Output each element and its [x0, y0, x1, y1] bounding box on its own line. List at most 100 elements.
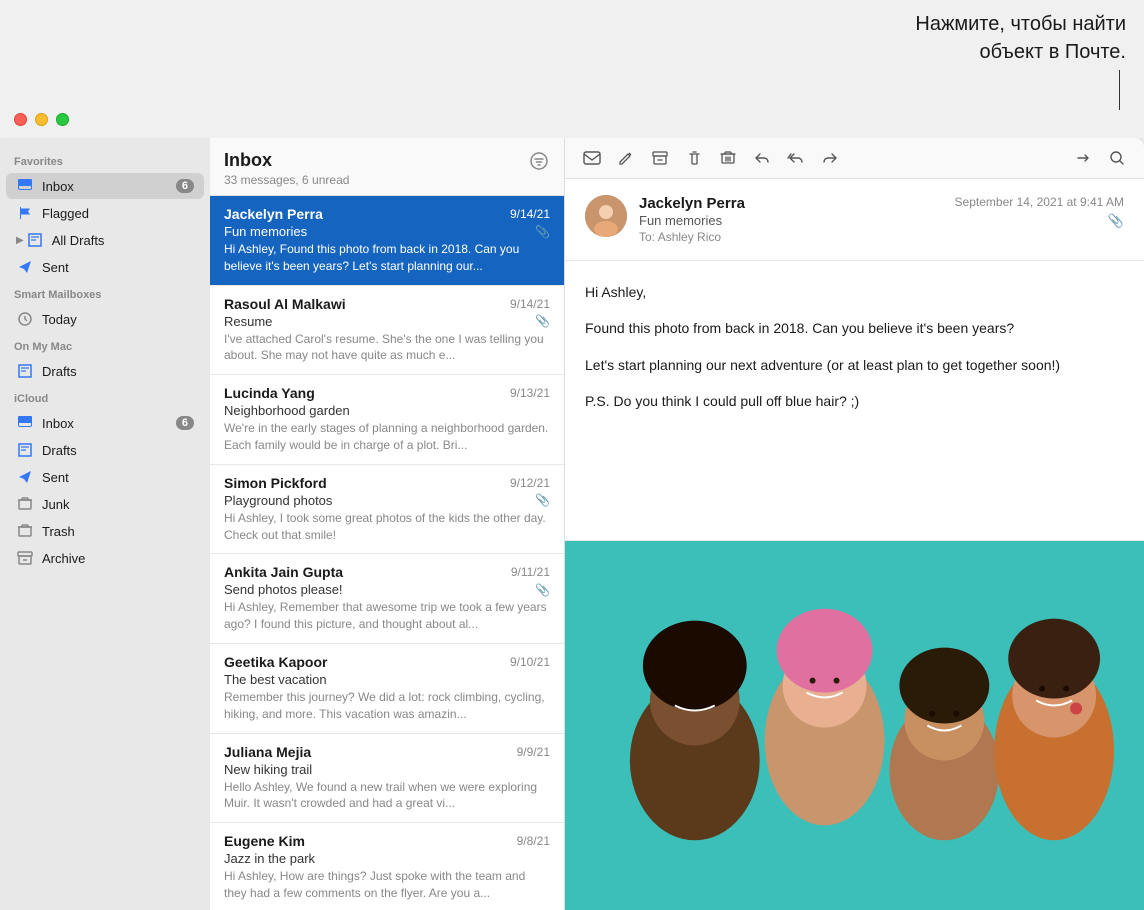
- sidebar-item-icloud-drafts-label: Drafts: [42, 443, 194, 458]
- icloud-inbox-icon: [16, 414, 34, 432]
- tooltip-overlay: Нажмите, чтобы найти объект в Почте.: [824, 0, 1144, 110]
- fullscreen-button[interactable]: [56, 113, 69, 126]
- preview-1: I've attached Carol's resume. She's the …: [224, 331, 550, 365]
- email-body-p2: Found this photo from back in 2018. Can …: [585, 317, 1124, 339]
- icloud-drafts-icon: [16, 441, 34, 459]
- minimize-button[interactable]: [35, 113, 48, 126]
- sidebar-item-fav-sent-label: Sent: [42, 260, 194, 275]
- toolbar: [565, 138, 1144, 179]
- subject-5: The best vacation: [224, 672, 550, 687]
- sidebar: Favorites Inbox 6 Flagged ▶ All Drafts: [0, 138, 210, 910]
- more-button[interactable]: [1068, 144, 1098, 172]
- message-list-body: Jackelyn Perra 9/14/21 Fun memories 📎 Hi…: [210, 196, 564, 910]
- to-label: To:: [639, 230, 658, 244]
- sidebar-item-mac-drafts-label: Drafts: [42, 364, 194, 379]
- attach-icon-3: 📎: [535, 493, 550, 507]
- sidebar-item-icloud-junk-label: Junk: [42, 497, 194, 512]
- close-button[interactable]: [14, 113, 27, 126]
- message-item-1[interactable]: Rasoul Al Malkawi 9/14/21 Resume 📎 I've …: [210, 286, 564, 376]
- inbox-icon: [16, 177, 34, 195]
- sender-name-0: Jackelyn Perra: [224, 206, 323, 222]
- filter-button[interactable]: [528, 150, 550, 177]
- sidebar-item-icloud-trash[interactable]: Trash: [6, 518, 204, 544]
- message-date-6: 9/9/21: [517, 745, 550, 759]
- message-date-4: 9/11/21: [511, 565, 550, 579]
- subject-3: Playground photos 📎: [224, 493, 550, 508]
- email-body-p4: P.S. Do you think I could pull off blue …: [585, 390, 1124, 412]
- sidebar-item-fav-alldrafts-label: All Drafts: [52, 233, 194, 248]
- icloud-sent-icon: [16, 468, 34, 486]
- message-list: Inbox 33 messages, 6 unread Jackelyn Per…: [210, 138, 565, 910]
- get-mail-button[interactable]: [577, 144, 607, 172]
- sidebar-item-icloud-inbox[interactable]: Inbox 6: [6, 410, 204, 436]
- today-icon: [16, 310, 34, 328]
- search-button[interactable]: [1102, 144, 1132, 172]
- sent-icon: [16, 258, 34, 276]
- sender-name-4: Ankita Jain Gupta: [224, 564, 343, 580]
- email-date: September 14, 2021 at 9:41 AM: [955, 195, 1124, 209]
- preview-4: Hi Ashley, Remember that awesome trip we…: [224, 599, 550, 633]
- icloud-junk-icon: [16, 495, 34, 513]
- email-header-info: Jackelyn Perra Fun memories To: Ashley R…: [639, 195, 943, 244]
- sidebar-item-smart-today[interactable]: Today: [6, 306, 204, 332]
- attach-icon-0: 📎: [535, 225, 550, 239]
- forward-button[interactable]: [815, 144, 845, 172]
- sender-name-3: Simon Pickford: [224, 475, 327, 491]
- sidebar-item-fav-alldrafts[interactable]: ▶ All Drafts: [6, 227, 204, 253]
- subject-0: Fun memories 📎: [224, 224, 550, 239]
- sidebar-item-fav-flagged[interactable]: Flagged: [6, 200, 204, 226]
- message-date-7: 9/8/21: [517, 834, 550, 848]
- traffic-lights: [14, 113, 69, 126]
- attach-icon-1: 📎: [535, 314, 550, 328]
- attach-icon-4: 📎: [535, 583, 550, 597]
- expand-arrow-icon: ▶: [16, 235, 24, 246]
- message-item-2[interactable]: Lucinda Yang 9/13/21 Neighborhood garden…: [210, 375, 564, 465]
- email-header: Jackelyn Perra Fun memories To: Ashley R…: [565, 179, 1144, 261]
- sidebar-item-fav-inbox[interactable]: Inbox 6: [6, 173, 204, 199]
- subject-1: Resume 📎: [224, 314, 550, 329]
- message-item-3[interactable]: Simon Pickford 9/12/21 Playground photos…: [210, 465, 564, 555]
- sender-name-2: Lucinda Yang: [224, 385, 315, 401]
- sidebar-item-icloud-sent[interactable]: Sent: [6, 464, 204, 490]
- message-item-5[interactable]: Geetika Kapoor 9/10/21 The best vacation…: [210, 644, 564, 734]
- junk-button[interactable]: [713, 144, 743, 172]
- message-date-1: 9/14/21: [510, 297, 550, 311]
- sidebar-item-icloud-archive[interactable]: Archive: [6, 545, 204, 571]
- message-item-6[interactable]: Juliana Mejia 9/9/21 New hiking trail He…: [210, 734, 564, 824]
- message-item-0[interactable]: Jackelyn Perra 9/14/21 Fun memories 📎 Hi…: [210, 196, 564, 286]
- archive-button[interactable]: [645, 144, 675, 172]
- sender-name-6: Juliana Mejia: [224, 744, 311, 760]
- sidebar-item-fav-flagged-label: Flagged: [42, 206, 194, 221]
- message-date-0: 9/14/21: [510, 207, 550, 221]
- message-item-4[interactable]: Ankita Jain Gupta 9/11/21 Send photos pl…: [210, 554, 564, 644]
- sidebar-item-mac-drafts[interactable]: Drafts: [6, 358, 204, 384]
- preview-2: We're in the early stages of planning a …: [224, 420, 550, 454]
- alldrafts-icon: [26, 231, 44, 249]
- sidebar-item-icloud-archive-label: Archive: [42, 551, 194, 566]
- delete-button[interactable]: [679, 144, 709, 172]
- message-list-dynamic: Rasoul Al Malkawi 9/14/21 Resume 📎 I've …: [210, 286, 564, 910]
- preview-6: Hello Ashley, We found a new trail when …: [224, 779, 550, 813]
- preview-0: Hi Ashley, Found this photo from back in…: [224, 241, 550, 275]
- email-subject-line: Fun memories: [639, 213, 943, 228]
- reply-button[interactable]: [747, 144, 777, 172]
- flagged-icon: [16, 204, 34, 222]
- sidebar-item-icloud-sent-label: Sent: [42, 470, 194, 485]
- tooltip-line: [1119, 70, 1120, 110]
- message-item-7[interactable]: Eugene Kim 9/8/21 Jazz in the park Hi As…: [210, 823, 564, 910]
- reply-all-button[interactable]: [781, 144, 811, 172]
- to-address: Ashley Rico: [658, 230, 721, 244]
- sidebar-item-fav-sent[interactable]: Sent: [6, 254, 204, 280]
- sidebar-item-icloud-junk[interactable]: Junk: [6, 491, 204, 517]
- sender-name-1: Rasoul Al Malkawi: [224, 296, 346, 312]
- compose-button[interactable]: [611, 144, 641, 172]
- preview-7: Hi Ashley, How are things? Just spoke wi…: [224, 868, 550, 902]
- subject-2: Neighborhood garden: [224, 403, 550, 418]
- email-body-p1: Hi Ashley,: [585, 281, 1124, 303]
- sidebar-item-icloud-trash-label: Trash: [42, 524, 194, 539]
- message-date-5: 9/10/21: [510, 655, 550, 669]
- sidebar-item-icloud-drafts[interactable]: Drafts: [6, 437, 204, 463]
- subject-7: Jazz in the park: [224, 851, 550, 866]
- app-window: Favorites Inbox 6 Flagged ▶ All Drafts: [0, 138, 1144, 910]
- inbox-header-text: Inbox 33 messages, 6 unread: [224, 150, 349, 187]
